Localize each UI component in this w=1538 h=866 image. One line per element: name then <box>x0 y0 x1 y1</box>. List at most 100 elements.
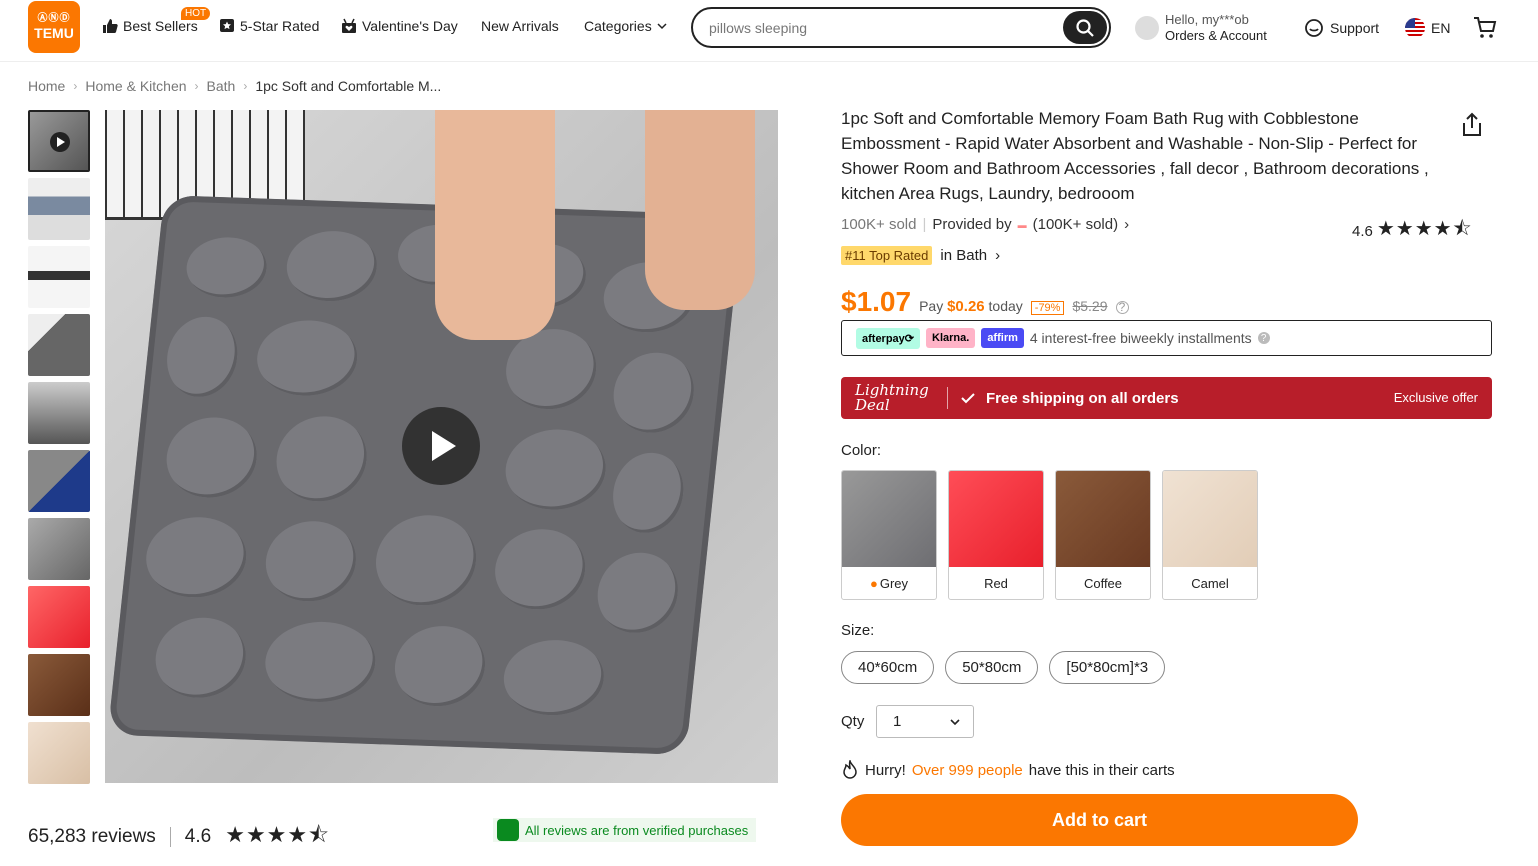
nav-best-sellers[interactable]: Best Sellers <box>102 18 198 34</box>
thumbs-up-icon <box>103 19 118 33</box>
review-count[interactable]: 65,283 reviews <box>28 826 156 848</box>
cart-button[interactable] <box>1472 15 1498 46</box>
hurry-count: Over 999 people <box>911 761 1023 779</box>
thumbnail[interactable] <box>28 722 90 784</box>
pay-today: Pay $0.26 today <box>919 298 1023 315</box>
thumbnail[interactable] <box>28 314 90 376</box>
qty-value: 1 <box>893 713 902 730</box>
play-video-button[interactable] <box>402 407 480 485</box>
color-option-coffee[interactable]: Coffee <box>1055 470 1151 600</box>
provided-by-label: Provided by <box>932 216 1012 233</box>
quantity-select[interactable]: 1 <box>876 705 974 738</box>
gift-heart-icon <box>342 18 356 33</box>
klarna-logo: Klarna. <box>926 328 976 348</box>
thumbnail[interactable] <box>28 586 90 648</box>
swatch-image <box>1163 471 1257 567</box>
sold-info: 100K+ sold | Provided by ▬ (100K+ sold) … <box>841 216 1130 233</box>
nav-label: Categories <box>584 18 652 34</box>
price-row: $1.07 Pay $0.26 today -79% $5.29 ? <box>841 286 1129 318</box>
pay-amount: $0.26 <box>947 298 985 315</box>
swatch-label: Red <box>984 575 1008 591</box>
site-header: ⒶⓃⒹ TEMU Best Sellers HOT 5-Star Rated V… <box>0 0 1538 62</box>
info-icon[interactable]: ? <box>1115 300 1129 314</box>
pay-suffix: today <box>988 298 1023 314</box>
logo-mark: ⒶⓃⒹ <box>37 13 71 24</box>
thumbnail[interactable] <box>28 450 90 512</box>
chevron-right-icon: › <box>1124 216 1130 233</box>
color-option-camel[interactable]: Camel <box>1162 470 1258 600</box>
share-button[interactable] <box>1461 112 1483 143</box>
store-logo-icon: ▬ <box>1017 219 1027 230</box>
review-rating: 4.6 <box>184 826 212 847</box>
nav-categories[interactable]: Categories <box>584 18 667 34</box>
thumbnail[interactable] <box>28 382 90 444</box>
afterpay-logo: afterpay⟳ <box>856 327 921 349</box>
breadcrumb-bath[interactable]: Bath <box>207 78 236 94</box>
top-rated-badge: #11 Top Rated <box>841 246 933 265</box>
thumbnail[interactable] <box>28 654 90 716</box>
product-rating[interactable]: 4.6 ★★★★⯪ <box>1352 214 1473 248</box>
chevron-down-icon <box>657 23 667 30</box>
qty-label: Qty <box>841 713 865 730</box>
cart-icon <box>1474 17 1497 38</box>
support-link[interactable]: Support <box>1304 18 1379 38</box>
color-option-red[interactable]: Red <box>948 470 1044 600</box>
breadcrumb-home-kitchen[interactable]: Home & Kitchen <box>85 78 186 94</box>
play-icon <box>50 132 70 152</box>
swatch-label: Grey <box>879 575 909 591</box>
hot-badge: HOT <box>181 7 211 20</box>
hurry-prefix: Hurry! <box>865 761 906 779</box>
nav-label: Valentine's Day <box>362 18 458 34</box>
breadcrumb: Home › Home & Kitchen › Bath › 1pc Soft … <box>28 78 441 94</box>
affirm-logo: affirm <box>981 328 1024 348</box>
size-option[interactable]: 40*60cm <box>841 651 935 684</box>
color-label: Color: <box>841 442 882 459</box>
provider-sold[interactable]: (100K+ sold) <box>1033 216 1118 233</box>
size-option[interactable]: [50*80cm]*3 <box>1049 651 1166 684</box>
thumbnail[interactable] <box>28 178 90 240</box>
main-product-image[interactable] <box>105 110 778 783</box>
account-greeting: Hello, my***ob <box>1165 12 1249 27</box>
hurry-suffix: have this in their carts <box>1028 761 1175 779</box>
verified-text: All reviews are from verified purchases <box>525 822 749 838</box>
nav-label: Best Sellers <box>123 18 198 34</box>
installments-box[interactable]: afterpay⟳ Klarna. affirm 4 interest-free… <box>841 320 1492 356</box>
verified-purchases-badge: All reviews are from verified purchases <box>493 818 757 842</box>
nav-new-arrivals[interactable]: New Arrivals <box>481 18 559 34</box>
size-option[interactable]: 50*80cm <box>945 651 1039 684</box>
info-icon[interactable]: ? <box>1257 332 1270 344</box>
language-selector[interactable]: EN <box>1405 18 1450 38</box>
size-options: 40*60cm 50*80cm [50*80cm]*3 <box>841 651 1166 684</box>
size-label: Size: <box>841 622 875 639</box>
swatch-image <box>1056 471 1150 567</box>
search-input[interactable]: pillows sleeping <box>709 20 807 36</box>
nav-valentines-day[interactable]: Valentine's Day <box>341 18 458 34</box>
installments-text: 4 interest-free biweekly installments <box>1029 330 1252 346</box>
add-to-cart-button[interactable]: Add to cart <box>841 794 1358 846</box>
thumbnail[interactable] <box>28 246 90 308</box>
account-menu[interactable]: Hello, my***ob Orders & Account <box>1135 12 1267 44</box>
logo-text: TEMU <box>34 25 74 41</box>
nav-label: 5-Star Rated <box>240 18 320 34</box>
thumbnail[interactable] <box>28 518 90 580</box>
search-button[interactable] <box>1063 11 1107 44</box>
checkmark-icon <box>961 393 975 404</box>
star-badge-icon <box>220 19 234 32</box>
swatch-label: Camel <box>1191 575 1229 591</box>
thumbnail-video[interactable] <box>28 110 90 172</box>
nav-five-star-rated[interactable]: 5-Star Rated <box>219 18 319 34</box>
discount-badge: -79% <box>1030 301 1065 315</box>
free-shipping-text: Free shipping on all orders <box>986 389 1179 407</box>
flame-icon <box>843 760 857 779</box>
chevron-down-icon <box>950 718 960 725</box>
foot-graphic <box>645 110 755 310</box>
top-rated-info[interactable]: #11 Top Rated in Bath › <box>841 246 1000 265</box>
breadcrumb-home[interactable]: Home <box>28 78 65 94</box>
support-label: Support <box>1330 20 1380 36</box>
star-rating-icon: ★★★★⯪ <box>225 822 330 847</box>
rating-value: 4.6 <box>1352 222 1373 240</box>
pay-prefix: Pay <box>919 298 944 314</box>
share-icon <box>1463 112 1481 136</box>
temu-logo[interactable]: ⒶⓃⒹ TEMU <box>28 1 80 53</box>
color-option-grey[interactable]: ● Grey <box>841 470 937 600</box>
